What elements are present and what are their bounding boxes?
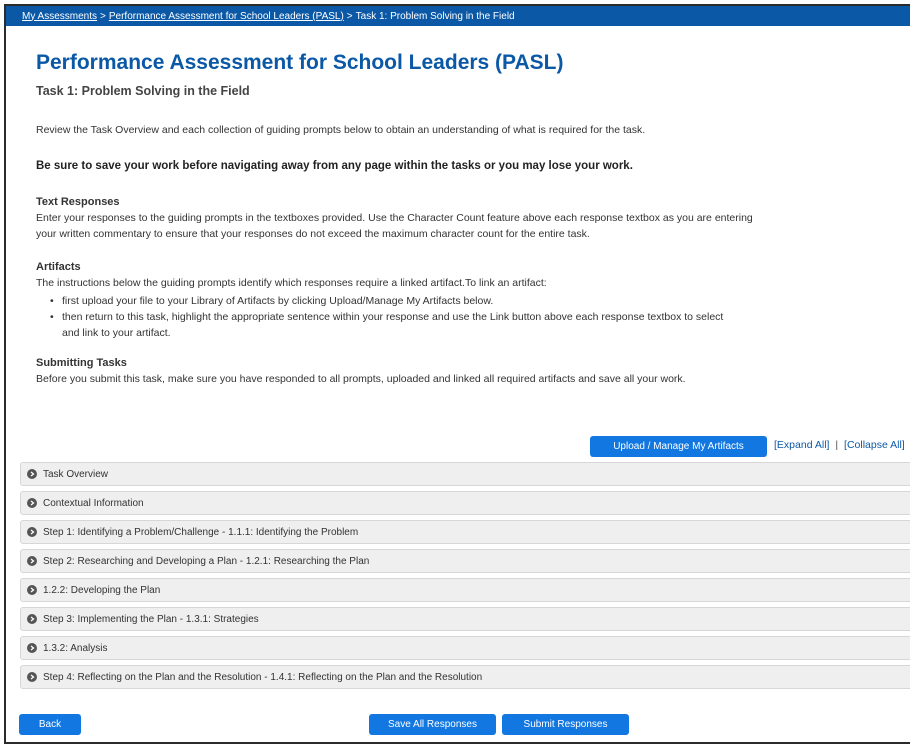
breadcrumb-separator: > (346, 10, 353, 22)
expand-collapse-links: [Expand All] | [Collapse All] (774, 439, 905, 451)
artifacts-toolbar: Upload / Manage My Artifacts [Expand All… (6, 436, 910, 458)
text-responses-heading: Text Responses (36, 196, 120, 208)
page-title: Performance Assessment for School Leader… (36, 51, 564, 74)
save-all-responses-button[interactable]: Save All Responses (369, 714, 496, 735)
expand-all-link[interactable]: [Expand All] (774, 439, 829, 451)
circle-chevron-right-icon (27, 672, 37, 682)
footer-actions: Back Save All Responses Submit Responses (6, 714, 910, 736)
back-button[interactable]: Back (19, 714, 81, 735)
accordion-label: Task Overview (43, 468, 109, 480)
list-item: then return to this task, highlight the … (50, 309, 910, 341)
circle-chevron-right-icon (27, 585, 37, 595)
circle-chevron-right-icon (27, 556, 37, 566)
accordion-label: 1.3.2: Analysis (43, 642, 108, 654)
text-responses-line: your written commentary to ensure that y… (36, 228, 590, 240)
submit-responses-button[interactable]: Submit Responses (502, 714, 629, 735)
save-warning: Be sure to save your work before navigat… (36, 160, 633, 172)
accordion-contextual-information[interactable]: Contextual Information (20, 491, 910, 515)
review-instructions: Review the Task Overview and each collec… (36, 124, 646, 136)
list-item: first upload your file to your Library o… (50, 293, 910, 309)
accordion-label: Step 1: Identifying a Problem/Challenge … (43, 526, 359, 538)
breadcrumb-separator: > (100, 10, 106, 22)
link-separator: | (835, 439, 839, 451)
accordion-label: Contextual Information (43, 497, 144, 509)
accordion-task-overview[interactable]: Task Overview (20, 462, 910, 486)
main-content: Performance Assessment for School Leader… (6, 50, 910, 387)
artifacts-section: Artifacts The instructions below the gui… (36, 260, 910, 341)
breadcrumb-pasl[interactable]: Performance Assessment for School Leader… (109, 11, 344, 22)
task-sections-accordion: Task Overview Contextual Information Ste… (20, 462, 910, 694)
breadcrumb-my-assessments[interactable]: My Assessments (22, 11, 97, 22)
artifacts-list: first upload your file to your Library o… (36, 293, 910, 341)
submitting-heading: Submitting Tasks (36, 357, 127, 369)
circle-chevron-right-icon (27, 614, 37, 624)
artifacts-heading: Artifacts (36, 261, 81, 273)
breadcrumb-current: Task 1: Problem Solving in the Field (355, 10, 515, 22)
accordion-label: Step 4: Reflecting on the Plan and the R… (43, 671, 483, 683)
upload-manage-artifacts-button[interactable]: Upload / Manage My Artifacts (590, 436, 767, 457)
task-subtitle: Task 1: Problem Solving in the Field (36, 84, 250, 98)
text-responses-line: Enter your responses to the guiding prom… (36, 212, 753, 224)
accordion-step-2[interactable]: Step 2: Researching and Developing a Pla… (20, 549, 910, 573)
circle-chevron-right-icon (27, 469, 37, 479)
breadcrumb: My Assessments > Performance Assessment … (6, 6, 910, 26)
page-frame: My Assessments > Performance Assessment … (4, 4, 910, 744)
text-responses-section: Text Responses Enter your responses to t… (36, 195, 910, 242)
accordion-label: 1.2.2: Developing the Plan (43, 584, 161, 596)
artifacts-intro: The instructions below the guiding promp… (36, 277, 547, 289)
circle-chevron-right-icon (27, 527, 37, 537)
artifacts-bullet-text: and link to your artifact. (62, 327, 171, 339)
circle-chevron-right-icon (27, 643, 37, 653)
accordion-1-3-2[interactable]: 1.3.2: Analysis (20, 636, 910, 660)
artifacts-bullet-text: first upload your file to your Library o… (62, 295, 494, 307)
artifacts-bullet-text: then return to this task, highlight the … (62, 311, 724, 323)
collapse-all-link[interactable]: [Collapse All] (844, 439, 905, 451)
accordion-1-2-2[interactable]: 1.2.2: Developing the Plan (20, 578, 910, 602)
accordion-step-4[interactable]: Step 4: Reflecting on the Plan and the R… (20, 665, 910, 689)
submitting-text: Before you submit this task, make sure y… (36, 373, 686, 385)
accordion-step-1[interactable]: Step 1: Identifying a Problem/Challenge … (20, 520, 910, 544)
circle-chevron-right-icon (27, 498, 37, 508)
accordion-label: Step 3: Implementing the Plan - 1.3.1: S… (43, 613, 259, 625)
accordion-label: Step 2: Researching and Developing a Pla… (43, 555, 370, 567)
submitting-section: Submitting Tasks Before you submit this … (36, 356, 910, 387)
accordion-step-3[interactable]: Step 3: Implementing the Plan - 1.3.1: S… (20, 607, 910, 631)
